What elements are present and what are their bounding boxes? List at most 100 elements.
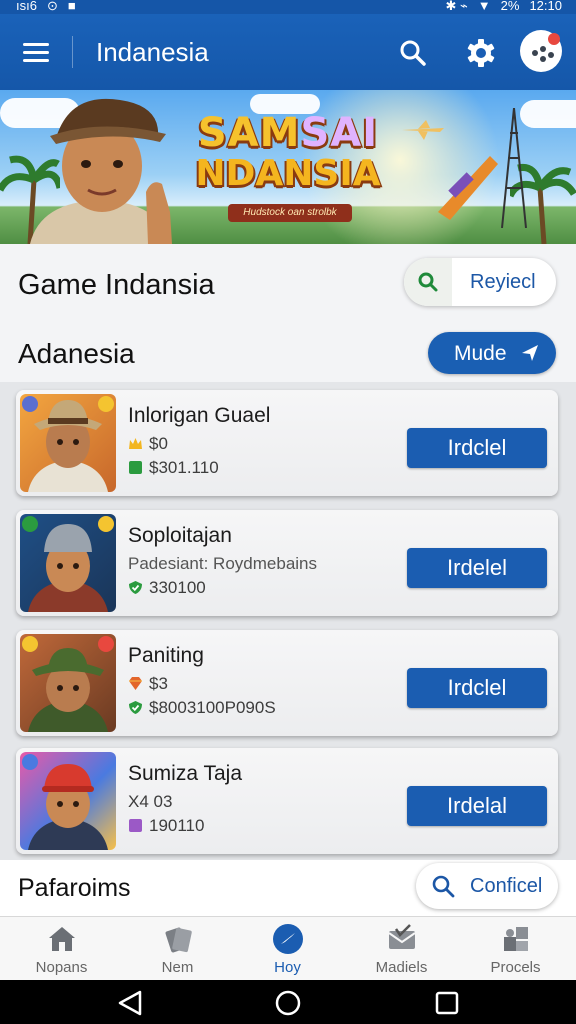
send-arrow-icon	[522, 345, 538, 361]
nav-label: Nopans	[35, 959, 88, 976]
footer-section-title: Pafaroims	[18, 874, 131, 902]
avatar-dot	[540, 56, 546, 62]
search-icon	[400, 40, 426, 66]
nav-label: Madiels	[375, 959, 428, 976]
game-thumbnail	[20, 394, 116, 492]
recents-icon[interactable]	[434, 990, 460, 1016]
banner-title-part: SAI	[300, 110, 379, 156]
search-icon	[432, 875, 455, 898]
app-screen: ısı6 ⊙ ■ ✱ ⌁ ▼ 2% 12:10 Indanesia SAMSAI…	[0, 0, 576, 1024]
game-card[interactable]: Sumiza Taja X4 03 190110 Irdelal	[16, 748, 558, 854]
app-bar-divider	[72, 36, 73, 68]
game-meta-price: $0	[128, 434, 168, 454]
promo-banner[interactable]: SAMSAI NDANSIA Hudstock oan strolbk	[0, 90, 576, 244]
filter-button[interactable]: Mude	[428, 332, 556, 374]
gem-icon	[129, 677, 142, 690]
gear-icon	[467, 39, 495, 67]
game-thumbnail	[20, 634, 116, 732]
game-meta-value-text: 330100	[149, 578, 206, 597]
home-icon	[49, 927, 75, 951]
back-icon[interactable]	[116, 990, 144, 1016]
avatar-dot	[540, 46, 546, 52]
compass-icon	[273, 924, 303, 954]
game-action-button[interactable]: Irdelel	[407, 548, 547, 588]
banner-title: SAMSAI NDANSIA	[188, 112, 388, 194]
status-time-left: ısı6	[16, 0, 37, 13]
section-title: Adanesia	[18, 338, 135, 369]
nav-item-madiels[interactable]: Madiels	[344, 917, 459, 981]
green-check-icon	[129, 581, 142, 594]
nav-item-home[interactable]: Nopans	[4, 917, 119, 981]
search-icon	[418, 272, 438, 292]
footer-search-label: Conficel	[470, 875, 543, 897]
banner-title-part: SAM	[197, 110, 301, 156]
airplane-icon	[402, 120, 444, 140]
nav-item-procels[interactable]: Procels	[458, 917, 573, 981]
notification-badge	[548, 33, 560, 45]
footer-section: Pafaroims Conficel	[0, 860, 576, 916]
game-action-button[interactable]: Irdclel	[407, 428, 547, 468]
avatar-portrait-image	[22, 516, 114, 612]
status-time: 12:10	[529, 0, 562, 13]
footer-search-button[interactable]: Conficel	[416, 863, 558, 909]
crown-icon	[129, 438, 142, 449]
search-pill-button[interactable]: Reyiecl	[404, 258, 556, 306]
game-meta-price-text: X4 03	[128, 792, 173, 811]
game-meta-value: 330100	[128, 578, 206, 598]
search-pill-label: Reyiecl	[470, 271, 536, 293]
game-card[interactable]: Inlorigan Guael $0 $301.110 Irdclel	[16, 390, 558, 496]
game-meta-value: $301.110	[128, 458, 219, 478]
avatar-portrait-image	[22, 636, 114, 732]
search-pill-icon-wrap	[404, 258, 452, 306]
notification-icon: ■	[67, 0, 76, 13]
avatar-dot	[532, 50, 538, 56]
game-meta-value-text: $301.110	[149, 458, 219, 477]
menu-icon	[23, 43, 49, 46]
game-meta-price-text: $0	[149, 434, 168, 453]
whatsapp-icon: ⊙	[46, 0, 58, 13]
game-action-button[interactable]: Irdclel	[407, 668, 547, 708]
game-name: Sumiza Taja	[128, 762, 243, 785]
search-button[interactable]	[392, 32, 434, 74]
game-name: Paniting	[128, 644, 204, 667]
game-meta-price: Padesiant: Roydmebains	[128, 554, 317, 574]
game-card[interactable]: Paniting $3 $8003100P090S Irdclel	[16, 630, 558, 736]
signal-icon: ✱ ⌁	[445, 0, 468, 13]
home-circle-icon[interactable]	[274, 989, 302, 1017]
profile-avatar-button[interactable]	[520, 30, 562, 72]
banner-title-line2: NDANSIA	[195, 153, 381, 194]
boy-character-image	[30, 98, 172, 244]
nav-item-hoy[interactable]: Hoy	[230, 917, 345, 981]
status-left: ısı6 ⊙ ■	[16, 0, 76, 12]
banner-title-line1: SAMSAI	[188, 112, 388, 154]
game-name: Soploitajan	[128, 524, 232, 547]
avatar-portrait-image	[22, 396, 114, 492]
nav-item-cards[interactable]: Nem	[120, 917, 235, 981]
green-check-icon	[129, 701, 142, 714]
menu-icon-bar	[23, 51, 49, 54]
avatar-dot	[548, 52, 554, 58]
page-title: Game Indansia	[18, 269, 215, 301]
nav-label: Hoy	[274, 959, 301, 976]
game-card[interactable]: Soploitajan Padesiant: Roydmebains 33010…	[16, 510, 558, 616]
megaphone-icon	[438, 156, 498, 220]
settings-button[interactable]	[460, 32, 502, 74]
app-bar: Indanesia	[0, 14, 576, 90]
game-action-button[interactable]: Irdelal	[407, 786, 547, 826]
game-name: Inlorigan Guael	[128, 404, 271, 427]
inbox-icon	[388, 924, 416, 949]
game-meta-value: 190110	[128, 816, 204, 836]
purple-square-icon	[129, 819, 142, 832]
bottom-nav: Nopans Nem Hoy Madiels Procels	[0, 916, 576, 980]
menu-button[interactable]	[14, 34, 58, 70]
game-meta-value: $8003100P090S	[128, 698, 276, 718]
puzzle-icon	[504, 927, 528, 951]
battery-level: 2%	[500, 0, 520, 13]
status-right: ✱ ⌁ ▼ 2% 12:10	[445, 0, 562, 12]
filter-button-label: Mude	[454, 342, 507, 365]
app-title: Indanesia	[96, 37, 209, 67]
game-meta-value-text: 190110	[149, 816, 205, 835]
game-thumbnail	[20, 752, 116, 850]
tower-icon	[501, 108, 527, 228]
menu-icon-bar	[23, 59, 49, 62]
